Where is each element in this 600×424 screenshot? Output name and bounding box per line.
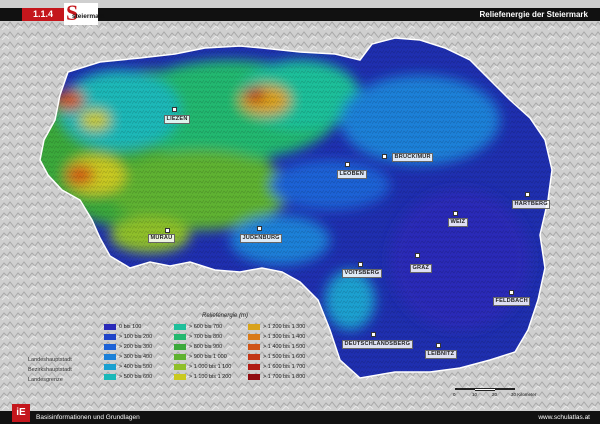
legend-swatch xyxy=(104,334,116,340)
town-marker xyxy=(382,154,387,159)
legend-label: > 1 400 bis 1 500 xyxy=(263,344,306,350)
chapter-number: 1.1.4 xyxy=(22,8,64,21)
legend-label: > 200 bis 300 xyxy=(119,344,153,350)
legend-label: > 400 bis 500 xyxy=(119,364,153,370)
town-marker xyxy=(509,290,514,295)
legend-label: > 300 bis 400 xyxy=(119,354,153,360)
legend-swatch xyxy=(104,354,116,360)
place-label: LEIBNITZ xyxy=(425,350,457,359)
legend-swatch xyxy=(174,324,186,330)
place-label: LIEZEN xyxy=(164,115,191,124)
place-label: FELDBACH xyxy=(493,297,531,306)
logo-text: steiermark xyxy=(72,13,105,20)
town-marker xyxy=(436,343,441,348)
legend-note: Landeshauptstadt xyxy=(28,357,72,363)
legend-label: > 600 bis 700 xyxy=(189,324,223,330)
town-marker xyxy=(345,162,350,167)
town-marker xyxy=(525,192,530,197)
town-marker xyxy=(172,107,177,112)
place-label: HARTBERG xyxy=(512,200,551,209)
legend-swatch xyxy=(248,354,260,360)
legend-label: > 1 500 bis 1 600 xyxy=(263,354,306,360)
place-label: DEUTSCHLANDSBERG xyxy=(342,340,413,349)
map-title: Reliefenergie der Steiermark xyxy=(479,10,589,19)
place-label: BRUCK/MUR xyxy=(392,153,434,162)
legend-label: 0 bis 100 xyxy=(119,324,142,330)
legend-label: > 500 bis 600 xyxy=(119,374,153,380)
legend-label: > 1 300 bis 1 400 xyxy=(263,334,306,340)
legend-swatch xyxy=(248,324,260,330)
legend-label: > 800 bis 900 xyxy=(189,344,223,350)
legend-swatch xyxy=(174,344,186,350)
place-label: JUDENBURG xyxy=(240,234,283,243)
legend-swatch xyxy=(248,334,260,340)
town-marker xyxy=(165,228,170,233)
town-marker xyxy=(371,332,376,337)
section-name: Basisinformationen und Grundlagen xyxy=(36,414,140,421)
legend-label: > 1 700 bis 1 800 xyxy=(263,374,306,380)
legend-label: > 1 100 bis 1 200 xyxy=(189,374,232,380)
atlas-logo-icon: iE xyxy=(12,404,30,422)
scale-label: 0 xyxy=(453,392,456,397)
place-label: VOITSBERG xyxy=(342,269,382,278)
scale-bar-segment xyxy=(455,388,475,390)
legend-swatch xyxy=(174,374,186,380)
scale-label: 20 xyxy=(492,392,498,397)
legend-label: > 700 bis 800 xyxy=(189,334,223,340)
legend-title: Reliefenergie (m) xyxy=(202,313,249,319)
legend-swatch xyxy=(174,334,186,340)
legend-label: > 100 bis 200 xyxy=(119,334,153,340)
scale-label: 30 Kilometer xyxy=(511,392,537,397)
legend-label: > 1 200 bis 1 300 xyxy=(263,324,306,330)
legend-swatch xyxy=(248,344,260,350)
capital-marker xyxy=(415,253,420,258)
place-label: LEOBEN xyxy=(337,170,367,179)
place-label: WEIZ xyxy=(448,218,468,227)
place-label: GRAZ xyxy=(410,264,432,273)
town-marker xyxy=(257,226,262,231)
town-marker xyxy=(453,211,458,216)
legend-swatch xyxy=(104,324,116,330)
legend-note: Landesgrenze xyxy=(28,377,63,383)
legend-swatch xyxy=(104,364,116,370)
website-link[interactable]: www.schulatlas.at xyxy=(538,411,590,424)
legend-note: Bezirkshauptstadt xyxy=(28,367,72,373)
town-marker xyxy=(358,262,363,267)
legend-swatch xyxy=(104,374,116,380)
legend-swatch xyxy=(104,344,116,350)
place-label: MURAU xyxy=(148,234,175,243)
legend-swatch xyxy=(248,364,260,370)
legend-swatch xyxy=(248,374,260,380)
scale-bar-segment xyxy=(495,388,515,390)
legend-label: > 900 bis 1 000 xyxy=(189,354,227,360)
legend-label: > 1 000 bis 1 100 xyxy=(189,364,232,370)
legend-swatch xyxy=(174,354,186,360)
scale-bar-segment xyxy=(475,388,495,391)
legend-swatch xyxy=(174,364,186,370)
scale-label: 10 xyxy=(472,392,478,397)
legend-label: > 1 600 bis 1 700 xyxy=(263,364,306,370)
